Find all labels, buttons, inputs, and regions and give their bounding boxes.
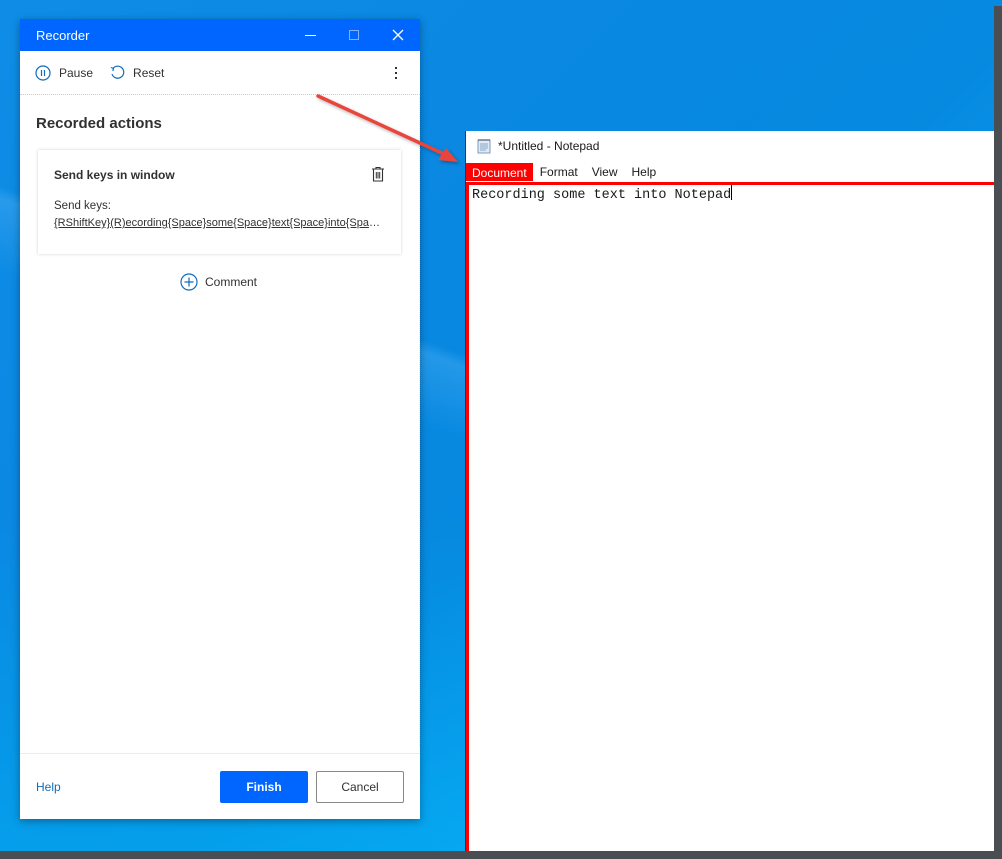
comment-label: Comment (205, 275, 258, 289)
add-circle-icon (180, 273, 198, 291)
more-vertical-icon (395, 66, 397, 69)
minimize-icon (304, 34, 316, 36)
action-card[interactable]: Send keys in window Send keys: {RShiftKe… (38, 150, 401, 254)
action-param-value[interactable]: {RShiftKey}(R)ecording{Space}some{Space}… (54, 217, 382, 229)
panel-divider (419, 97, 420, 747)
close-button[interactable] (376, 19, 420, 51)
notepad-window: *Untitled - Notepad Document Format View… (465, 131, 994, 851)
more-options-button[interactable] (386, 65, 406, 80)
recorder-toolbar: Pause Reset (20, 51, 420, 95)
text-caret (731, 185, 733, 200)
notepad-content: Recording some text into Notepad (472, 188, 732, 203)
action-param-label: Send keys: (54, 200, 111, 212)
cancel-button[interactable]: Cancel (316, 770, 404, 803)
recorder-title: Recorder (36, 27, 90, 43)
pause-label: Pause (59, 65, 94, 80)
pause-button[interactable]: Pause (35, 64, 94, 81)
delete-action-button[interactable] (371, 166, 385, 187)
arrow-head (438, 148, 458, 162)
menu-format[interactable]: Format (533, 165, 585, 181)
menu-document[interactable]: Document (466, 163, 533, 181)
recorder-titlebar[interactable]: Recorder (20, 19, 420, 51)
menu-view[interactable]: View (585, 165, 625, 181)
notepad-titlebar[interactable]: *Untitled - Notepad (466, 131, 994, 161)
help-link[interactable]: Help (36, 780, 220, 794)
screen-frame-right (994, 6, 1002, 859)
maximize-button[interactable] (332, 19, 376, 51)
notepad-icon (476, 138, 492, 154)
pause-icon (35, 64, 51, 81)
menu-help[interactable]: Help (625, 165, 664, 181)
maximize-icon (349, 30, 359, 40)
minimize-button[interactable] (288, 19, 332, 51)
more-dot (395, 76, 397, 79)
recorder-footer: Help Finish Cancel (20, 753, 420, 819)
reset-icon (109, 65, 125, 81)
recorder-window: Recorder Pause Reset Recorded actions Se… (20, 19, 420, 819)
notepad-menubar: Document Format View Help (466, 161, 994, 181)
trash-icon (372, 166, 384, 182)
action-title: Send keys in window (54, 168, 175, 182)
close-icon (392, 29, 404, 41)
screen-frame-bottom (0, 851, 1002, 859)
add-comment-button[interactable]: Comment (180, 273, 257, 291)
finish-button[interactable]: Finish (220, 770, 308, 803)
recorded-actions-heading: Recorded actions (36, 115, 162, 132)
more-dot (395, 71, 397, 74)
notepad-title: *Untitled - Notepad (498, 139, 600, 153)
reset-button[interactable]: Reset (109, 65, 164, 81)
reset-label: Reset (133, 65, 165, 80)
notepad-text-area[interactable]: Recording some text into Notepad (466, 182, 994, 851)
